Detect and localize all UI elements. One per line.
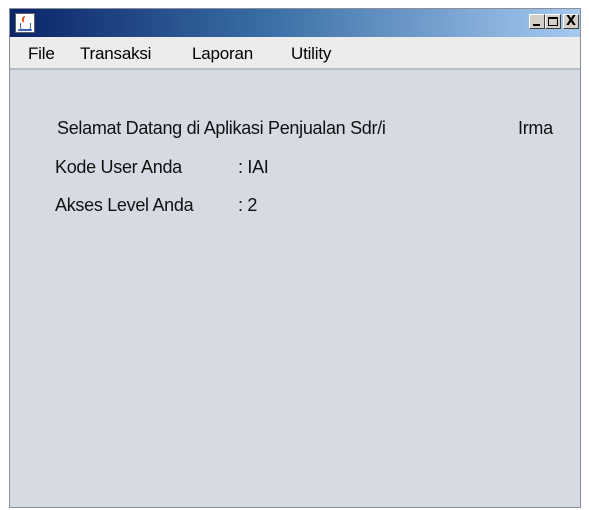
menu-laporan[interactable]: Laporan bbox=[192, 44, 253, 64]
menu-transaksi[interactable]: Transaksi bbox=[80, 44, 151, 64]
close-button[interactable]: X bbox=[563, 14, 579, 29]
welcome-message: Selamat Datang di Aplikasi Penjualan Sdr… bbox=[57, 118, 386, 138]
user-code-label: Kode User Anda bbox=[55, 157, 182, 177]
menu-file[interactable]: File bbox=[28, 44, 55, 64]
minimize-icon bbox=[533, 24, 540, 26]
access-level-value: : 2 bbox=[238, 195, 258, 215]
user-code-value: : IAI bbox=[238, 157, 269, 177]
java-coffee-cup-icon[interactable] bbox=[15, 13, 35, 33]
app-window: X File Transaksi Laporan Utility Selamat… bbox=[9, 8, 581, 508]
menu-bar: File Transaksi Laporan Utility bbox=[10, 37, 580, 70]
maximize-icon bbox=[548, 17, 558, 26]
title-bar[interactable]: X bbox=[10, 9, 580, 37]
access-level-label: Akses Level Anda bbox=[55, 195, 194, 215]
minimize-button[interactable] bbox=[529, 14, 545, 29]
menu-utility[interactable]: Utility bbox=[291, 44, 331, 64]
maximize-button[interactable] bbox=[545, 14, 561, 29]
close-icon: X bbox=[565, 14, 577, 29]
user-name-label: Irma bbox=[518, 118, 553, 138]
